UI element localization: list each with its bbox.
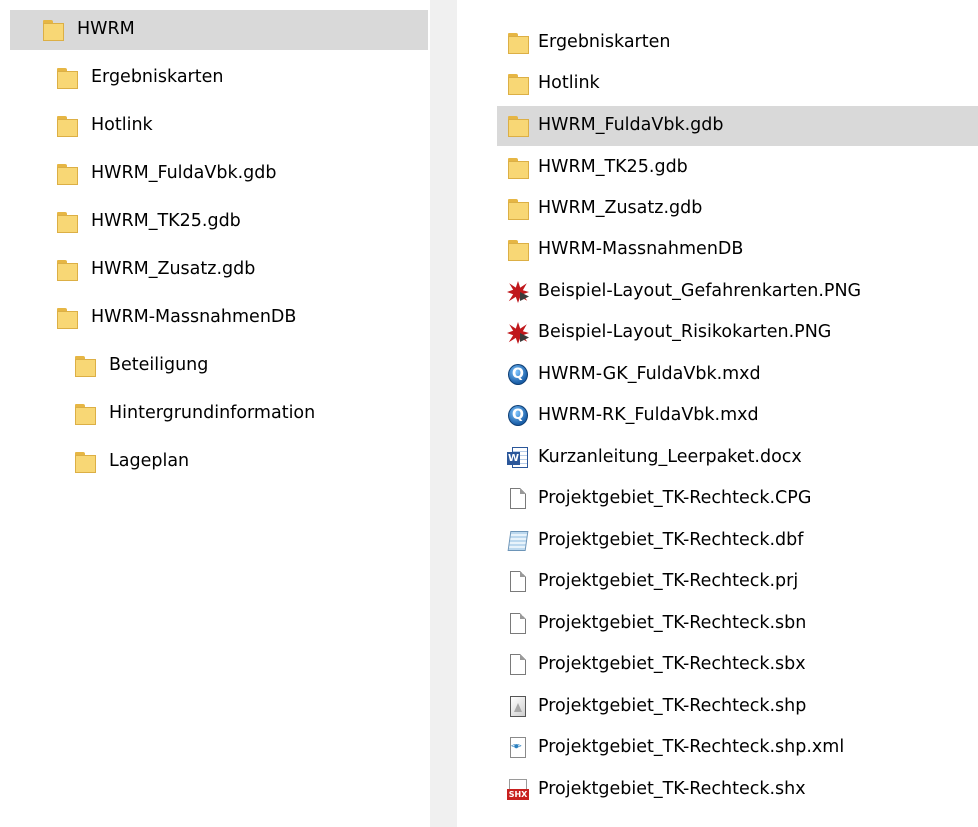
tree-item-label: HWRM-MassnahmenDB <box>91 307 297 328</box>
file-name: HWRM_Zusatz.gdb <box>538 198 703 219</box>
folder-icon <box>56 162 78 186</box>
file-name: Kurzanleitung_Leerpaket.docx <box>538 447 802 468</box>
tree-item-hwrm[interactable]: HWRM <box>10 10 428 50</box>
xml-file-icon <box>507 736 529 760</box>
folder-icon <box>42 18 64 42</box>
png-image-icon <box>507 321 529 345</box>
tree-item-hwrm-massnahmendb[interactable]: HWRM-MassnahmenDB <box>56 298 426 338</box>
shapefile-icon <box>507 695 529 719</box>
blank-file-icon <box>507 653 529 677</box>
tree-item-label: HWRM_TK25.gdb <box>91 211 241 232</box>
tree-item-hwrm-zusatz-gdb[interactable]: HWRM_Zusatz.gdb <box>56 250 426 290</box>
list-item[interactable]: Hotlink <box>507 64 977 104</box>
tree-item-label: Hotlink <box>91 115 153 136</box>
file-name: HWRM_TK25.gdb <box>538 157 688 178</box>
tree-item-label: Lageplan <box>109 451 190 472</box>
file-name: Projektgebiet_TK-Rechteck.shp <box>538 696 807 717</box>
folder-icon <box>507 31 529 55</box>
file-name: Beispiel-Layout_Risikokarten.PNG <box>538 322 832 343</box>
folder-icon <box>507 114 529 138</box>
file-explorer: HWRM Ergebniskarten Hotlink HWRM_FuldaVb… <box>0 0 978 827</box>
list-item[interactable]: Ergebniskarten <box>507 23 977 63</box>
list-item[interactable]: Projektgebiet_TK-Rechteck.CPG <box>507 479 977 519</box>
file-name: Projektgebiet_TK-Rechteck.CPG <box>538 488 812 509</box>
list-item[interactable]: Kurzanleitung_Leerpaket.docx <box>507 438 977 478</box>
tree-item-hwrm-fuldavbk-gdb[interactable]: HWRM_FuldaVbk.gdb <box>56 154 426 194</box>
file-name: Projektgebiet_TK-Rechteck.dbf <box>538 530 804 551</box>
folder-icon <box>56 66 78 90</box>
folder-icon <box>56 306 78 330</box>
folder-icon <box>74 354 96 378</box>
tree-item-hotlink[interactable]: Hotlink <box>56 106 426 146</box>
tree-item-label: Hintergrundinformation <box>109 403 316 424</box>
file-name: HWRM-GK_FuldaVbk.mxd <box>538 364 761 385</box>
word-document-icon <box>507 446 529 470</box>
list-item[interactable]: HWRM-MassnahmenDB <box>507 230 977 270</box>
folder-icon <box>507 197 529 221</box>
file-name: Projektgebiet_TK-Rechteck.prj <box>538 571 799 592</box>
blank-file-icon <box>507 570 529 594</box>
list-item[interactable]: Beispiel-Layout_Risikokarten.PNG <box>507 313 977 353</box>
tree-item-label: Ergebniskarten <box>91 67 224 88</box>
blank-file-icon <box>507 612 529 636</box>
file-name: Projektgebiet_TK-Rechteck.shx <box>538 779 806 800</box>
list-item[interactable]: Projektgebiet_TK-Rechteck.sbn <box>507 604 977 644</box>
list-item[interactable]: HWRM-GK_FuldaVbk.mxd <box>507 355 977 395</box>
list-item[interactable]: Beispiel-Layout_Gefahrenkarten.PNG <box>507 272 977 312</box>
folder-icon <box>56 258 78 282</box>
file-name: HWRM_FuldaVbk.gdb <box>538 115 724 136</box>
dbf-table-icon <box>507 529 529 553</box>
tree-item-beteiligung[interactable]: Beteiligung <box>74 346 426 386</box>
tree-item-hintergrundinformation[interactable]: Hintergrundinformation <box>74 394 426 434</box>
blank-file-icon <box>507 487 529 511</box>
list-item[interactable]: Projektgebiet_TK-Rechteck.shp.xml <box>507 728 977 768</box>
arcmap-document-icon <box>507 363 529 387</box>
folder-icon <box>507 156 529 180</box>
list-item[interactable]: HWRM_TK25.gdb <box>507 148 977 188</box>
file-name: Beispiel-Layout_Gefahrenkarten.PNG <box>538 281 862 302</box>
file-name: HWRM-MassnahmenDB <box>538 239 744 260</box>
png-image-icon <box>507 280 529 304</box>
arcmap-document-icon <box>507 404 529 428</box>
tree-item-label: HWRM_FuldaVbk.gdb <box>91 163 277 184</box>
folder-icon <box>56 114 78 138</box>
file-name: Ergebniskarten <box>538 32 671 53</box>
tree-item-label: HWRM <box>77 19 135 40</box>
tree-item-ergebniskarten[interactable]: Ergebniskarten <box>56 58 426 98</box>
folder-icon <box>507 238 529 262</box>
pane-divider[interactable] <box>430 0 457 827</box>
tree-item-lageplan[interactable]: Lageplan <box>74 442 426 482</box>
list-item[interactable]: Projektgebiet_TK-Rechteck.shx <box>507 770 977 810</box>
file-name: Projektgebiet_TK-Rechteck.shp.xml <box>538 737 845 758</box>
navigation-tree: HWRM Ergebniskarten Hotlink HWRM_FuldaVb… <box>0 0 430 827</box>
file-list: Ergebniskarten Hotlink HWRM_FuldaVbk.gdb… <box>457 0 978 827</box>
folder-icon <box>74 450 96 474</box>
folder-icon <box>507 72 529 96</box>
shx-file-icon <box>507 778 529 802</box>
folder-icon <box>56 210 78 234</box>
list-item[interactable]: HWRM-RK_FuldaVbk.mxd <box>507 396 977 436</box>
list-item[interactable]: Projektgebiet_TK-Rechteck.prj <box>507 562 977 602</box>
file-name: HWRM-RK_FuldaVbk.mxd <box>538 405 759 426</box>
tree-item-label: HWRM_Zusatz.gdb <box>91 259 256 280</box>
file-name: Projektgebiet_TK-Rechteck.sbx <box>538 654 806 675</box>
folder-icon <box>74 402 96 426</box>
file-name: Projektgebiet_TK-Rechteck.sbn <box>538 613 807 634</box>
list-item[interactable]: HWRM_FuldaVbk.gdb <box>497 106 978 146</box>
list-item[interactable]: Projektgebiet_TK-Rechteck.sbx <box>507 645 977 685</box>
list-item[interactable]: HWRM_Zusatz.gdb <box>507 189 977 229</box>
list-item[interactable]: Projektgebiet_TK-Rechteck.shp <box>507 687 977 727</box>
file-name: Hotlink <box>538 73 600 94</box>
list-item[interactable]: Projektgebiet_TK-Rechteck.dbf <box>507 521 977 561</box>
tree-item-label: Beteiligung <box>109 355 209 376</box>
tree-item-hwrm-tk25-gdb[interactable]: HWRM_TK25.gdb <box>56 202 426 242</box>
